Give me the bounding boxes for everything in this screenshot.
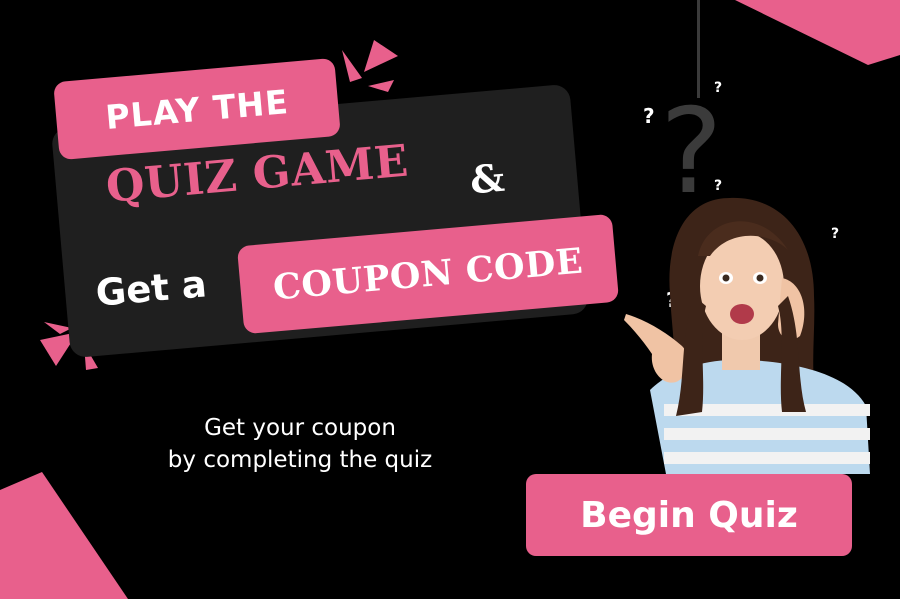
open-mouth: [730, 304, 754, 324]
subtitle-line-2: by completing the quiz: [167, 447, 433, 473]
subtitle-line-1: Get your coupon: [204, 415, 396, 441]
pupil: [722, 274, 730, 282]
pupil: [756, 274, 764, 282]
top-right-pink-shape: [735, 0, 900, 65]
promo-banner: PLAY THE QUIZ GAME & Get a COUPON CODE G…: [0, 0, 900, 599]
spark-accent-top-3: [368, 80, 394, 92]
shirt-stripe: [664, 452, 870, 464]
bottom-left-pink-triangle: [0, 472, 128, 599]
excited-woman-image: [624, 197, 870, 474]
shirt-stripe: [664, 428, 870, 440]
begin-quiz-button[interactable]: Begin Quiz: [526, 474, 852, 556]
subtitle: Get your coupon by completing the quiz: [100, 412, 500, 476]
spark-accent-top-2: [364, 40, 398, 72]
headline-ampersand: &: [468, 154, 507, 203]
spark-accent-top-1: [342, 50, 362, 82]
question-mark-icon: ?: [643, 104, 655, 128]
question-mark-icon: ?: [714, 80, 723, 96]
